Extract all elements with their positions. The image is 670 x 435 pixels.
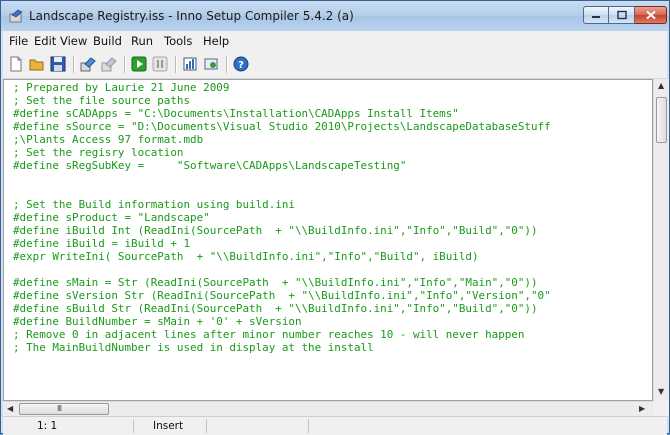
status-bar: 1: 1 Insert <box>3 416 667 435</box>
scroll-up-icon[interactable]: ▲ <box>658 81 664 90</box>
code-line-2: ; Set the file source paths <box>13 94 191 107</box>
scroll-grip: III <box>57 404 62 413</box>
title-bar[interactable]: Landscape Registry.iss - Inno Setup Comp… <box>1 1 669 31</box>
code-line-3: #define sCADApps = "C:\Documents\Install… <box>13 107 459 120</box>
menu-view[interactable]: View <box>60 34 87 48</box>
close-button[interactable] <box>635 6 667 24</box>
code-line-16: #define sMain = Str (ReadIni(SourcePath … <box>13 276 538 289</box>
code-line-18: #define sBuild Str (ReadIni(SourcePath +… <box>13 302 538 315</box>
code-line-12: #define iBuild Int (ReadIni(SourcePath +… <box>13 224 538 237</box>
minimize-icon <box>592 16 600 18</box>
compile-icon[interactable] <box>79 55 97 73</box>
app-window: Landscape Registry.iss - Inno Setup Comp… <box>0 0 670 435</box>
status-divider <box>133 419 134 433</box>
menu-bar: File Edit View Build Run Tools Help <box>3 31 667 51</box>
vertical-scrollbar[interactable]: ▲ ▼ <box>653 79 669 401</box>
code-line-1: ; Prepared by Laurie 21 June 2009 <box>13 81 230 94</box>
scroll-left-icon[interactable]: ◀ <box>7 404 13 413</box>
code-line-4: #define sSource = "D:\Documents\Visual S… <box>13 120 551 133</box>
code-line-5: ;\Plants Access 97 format.mdb <box>13 133 204 146</box>
close-icon <box>645 10 656 20</box>
target-icon[interactable] <box>181 55 199 73</box>
pause-icon[interactable] <box>151 55 169 73</box>
stop-compile-icon[interactable] <box>100 55 118 73</box>
code-line-13: #define iBuild = iBuild + 1 <box>13 237 191 250</box>
code-line-11: #define sProduct = "Landscape" <box>13 211 210 224</box>
code-line-14: #expr WriteIni( SourcePath + "\\BuildInf… <box>13 250 479 263</box>
horizontal-scrollbar[interactable]: ◀ III ▶ <box>3 401 653 416</box>
insert-mode: Insert <box>153 420 184 432</box>
open-folder-icon[interactable] <box>28 55 46 73</box>
maximize-button[interactable] <box>609 6 635 24</box>
toolbar-separator <box>226 56 228 73</box>
minimize-button[interactable] <box>583 6 609 24</box>
save-icon[interactable] <box>49 55 67 73</box>
help-icon[interactable]: ? <box>232 55 250 73</box>
vertical-scroll-thumb[interactable] <box>656 97 667 143</box>
toolbar-separator <box>175 56 177 73</box>
code-editor[interactable]: ; Prepared by Laurie 21 June 2009 ; Set … <box>3 79 653 401</box>
maximize-icon <box>616 10 627 20</box>
toolbar-separator <box>73 56 75 73</box>
code-line-7: #define sRegSubKey = "Software\CADApps\L… <box>13 159 407 172</box>
code-line-21: ; The MainBuildNumber is used in display… <box>13 341 374 354</box>
code-line-17: #define sVersion Str (ReadIni(SourcePath… <box>13 289 551 302</box>
menu-file[interactable]: File <box>9 34 28 48</box>
cursor-position: 1: 1 <box>37 420 58 432</box>
code-line-19: #define BuildNumber = sMain + '0' + sVer… <box>13 315 302 328</box>
menu-build[interactable]: Build <box>93 34 122 48</box>
menu-help[interactable]: Help <box>203 34 229 48</box>
horizontal-scroll-thumb[interactable]: III <box>19 403 109 415</box>
status-divider <box>308 419 309 433</box>
app-icon <box>9 9 23 23</box>
menu-tools[interactable]: Tools <box>164 34 192 48</box>
run-icon[interactable] <box>130 55 148 73</box>
menu-edit[interactable]: Edit <box>34 34 56 48</box>
toolbar-separator <box>124 56 126 73</box>
status-divider <box>206 419 207 433</box>
options-icon[interactable] <box>202 55 220 73</box>
toolbar: ? <box>3 51 667 79</box>
code-line-20: ; Remove 0 in adjacent lines after minor… <box>13 328 525 341</box>
code-line-10: ; Set the Build information using build.… <box>13 198 295 211</box>
svg-text:?: ? <box>238 60 244 71</box>
scroll-right-icon[interactable]: ▶ <box>639 404 645 413</box>
scroll-down-icon[interactable]: ▼ <box>658 387 664 396</box>
new-file-icon[interactable] <box>7 55 25 73</box>
window-title: Landscape Registry.iss - Inno Setup Comp… <box>29 9 354 23</box>
scrollbar-corner <box>653 401 669 416</box>
menu-run[interactable]: Run <box>131 34 153 48</box>
code-line-6: ; Set the regisry location <box>13 146 184 159</box>
